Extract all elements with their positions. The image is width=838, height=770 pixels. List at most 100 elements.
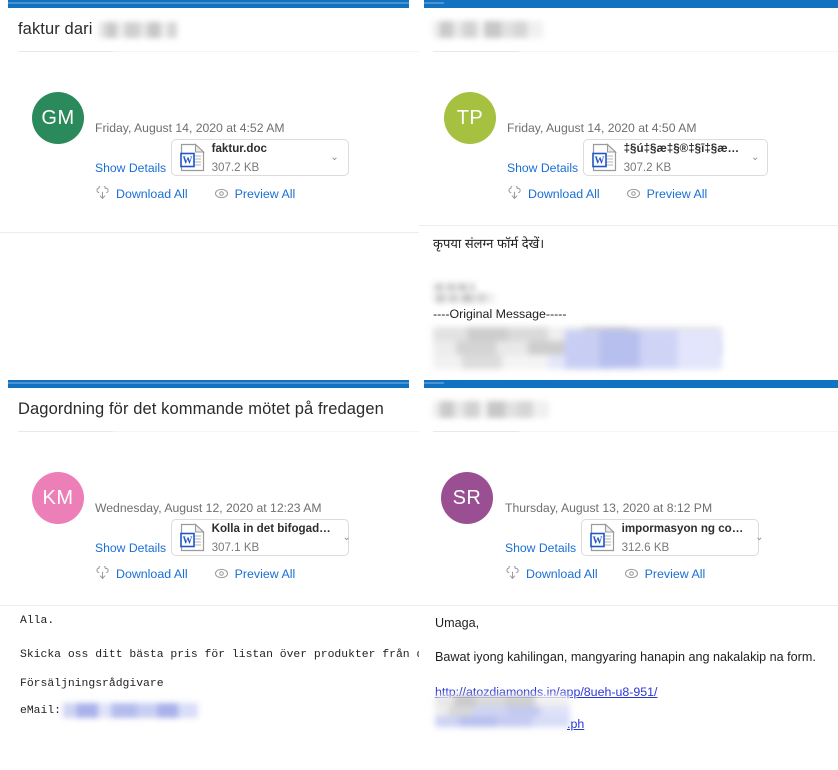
avatar: SR [441,472,493,524]
email-subject: faktur dari [0,8,419,39]
panel-top-left: faktur dari GM Friday, August 14, 2020 a… [0,0,419,380]
download-all-button[interactable]: Download All [95,184,188,201]
cloud-download-icon [505,564,520,581]
email-body-text: Alla. Skicka oss ditt bästa pris för lis… [20,615,419,718]
body-line-request: Bawat iyong kahilingan, mangyaring hanap… [435,650,816,664]
show-details-link[interactable]: Show Details [505,541,576,555]
chevron-down-icon[interactable]: ⌄ [747,152,766,163]
attachment-size: 307.1 KB [211,540,260,554]
avatar-initials: SR [452,486,482,509]
body-line-greeting: कृपया संलग्न फॉर्म देखें। [433,236,545,251]
cloud-download-icon [95,184,110,201]
body-line-signature: Försäljningsrådgivare [20,678,164,690]
original-message-label-wrap: ----Original Message----- [433,307,567,321]
attachment-chip[interactable]: W faktur.doc 307.2 KB ⌄ [170,139,349,176]
download-all-label: Download All [528,186,600,201]
subject-divider-right [113,51,419,52]
attachment-size: 312.6 KB [621,540,670,554]
redacted-signature-block [435,695,570,727]
word-doc-icon: W [179,523,205,552]
body-line-greeting: Alla. [20,615,55,627]
email-subject-text: Dagordning för det kommande mötet på fre… [18,400,384,418]
preview-all-label: Preview All [644,566,706,581]
preview-all-label: Preview All [646,186,708,201]
chevron-down-icon[interactable]: ⌄ [339,532,358,543]
chevron-down-icon[interactable]: ⌄ [751,532,770,543]
download-all-button[interactable]: Download All [95,564,188,581]
subject-divider-right [113,431,419,432]
window-top-bar [424,380,838,388]
svg-text:W: W [182,156,192,167]
preview-all-button[interactable]: Preview All [214,566,295,581]
show-details-link[interactable]: Show Details [95,541,166,555]
panel-top-right: TP Friday, August 14, 2020 at 4:50 AM Sh… [419,0,838,380]
avatar-initials: TP [456,106,484,129]
show-details-link[interactable]: Show Details [95,161,166,175]
original-message-label: ----Original Message----- [433,307,567,321]
window-top-bar-highlight [424,2,444,4]
word-doc-icon: W [591,143,617,172]
redacted-sender-name [99,21,178,38]
preview-all-button[interactable]: Preview All [624,566,706,581]
avatar-initials: KM [42,486,74,509]
attachment-chip[interactable]: W impormasyon ng co… 312.6 KB ⌄ [580,519,764,556]
subject-divider-left [18,431,113,432]
cloud-download-icon [95,564,110,581]
cloud-download-icon [507,184,522,201]
attachment-name: Kolla in det bifogad… [211,521,331,535]
preview-all-label: Preview All [234,186,296,201]
attachment-actions: Download All Preview All [507,184,768,201]
redacted-domain-suffix[interactable]: .ph [567,717,584,731]
subject-divider-right [519,51,838,52]
attachment-size: 307.2 KB [623,160,672,174]
subject-divider-left [433,51,519,52]
attachment-actions: Download All Preview All [505,564,759,581]
download-all-button[interactable]: Download All [507,184,600,201]
svg-text:W: W [182,536,192,547]
avatar: GM [32,92,84,144]
attachment-name: faktur.doc [211,141,267,155]
svg-text:W: W [592,536,602,547]
body-divider [419,605,838,606]
email-subject: Dagordning för det kommande mötet på fre… [0,388,419,419]
email-timestamp: Wednesday, August 12, 2020 at 12:23 AM [95,501,322,515]
attachment-chip[interactable]: W ‡§ú‡§æ‡§®‡§ī‡§æ… 307.2 KB ⌄ [582,139,768,176]
redacted-quoted-link [565,330,721,368]
svg-text:W: W [594,156,604,167]
avatar-initials: GM [41,106,75,129]
chevron-down-icon[interactable]: ⌄ [327,152,346,163]
panel-bottom-right: SR Thursday, August 13, 2020 at 8:12 PM … [419,380,838,770]
download-all-label: Download All [116,186,188,201]
email-screenshot-grid: faktur dari GM Friday, August 14, 2020 a… [0,0,838,770]
subject-divider-left [433,431,519,432]
attachment-size: 307.2 KB [211,160,260,174]
window-top-bar-highlight [424,382,444,384]
subject-divider-right [519,431,838,432]
body-line-greeting: Umaga, [435,616,480,630]
preview-all-button[interactable]: Preview All [214,186,296,201]
redacted-subject [433,21,543,39]
redacted-signature-line-1 [433,283,475,292]
download-all-button[interactable]: Download All [505,564,598,581]
redacted-domain-suffix-wrap: .ph [567,715,584,733]
eye-icon [624,566,639,581]
attachment-actions: Download All Preview All [95,564,349,581]
show-details-link[interactable]: Show Details [507,161,578,175]
avatar: KM [32,472,84,524]
eye-icon [214,566,229,581]
eye-icon [626,186,641,201]
attachment-name: ‡§ú‡§æ‡§®‡§ī‡§æ… [623,141,740,155]
email-subject [419,8,838,39]
email-body-text: कृपया संलग्न फॉर्म देखें। [433,235,544,253]
redacted-subject [433,401,549,419]
panel-bottom-left: Dagordning för det kommande mötet på fre… [0,380,419,770]
preview-all-button[interactable]: Preview All [626,186,708,201]
window-top-bar-highlight [8,382,409,384]
email-timestamp: Thursday, August 13, 2020 at 8:12 PM [505,501,713,515]
email-body-text: Umaga, Bawat iyong kahilingan, mangyarin… [435,615,816,701]
email-timestamp: Friday, August 14, 2020 at 4:50 AM [507,121,697,135]
word-doc-icon: W [589,523,615,552]
attachment-actions: Download All Preview All [95,184,349,201]
attachment-chip[interactable]: W Kolla in det bifogad… 307.1 KB ⌄ [170,519,351,556]
word-doc-icon: W [179,143,205,172]
